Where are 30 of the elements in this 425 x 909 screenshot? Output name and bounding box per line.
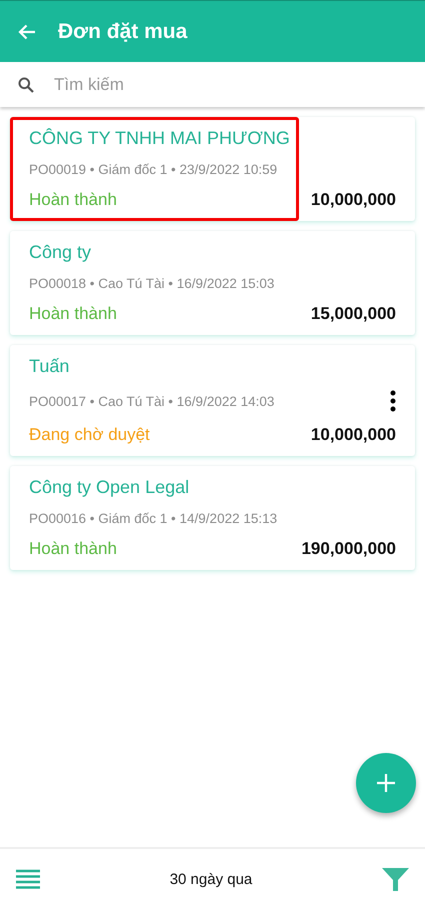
more-icon[interactable] [390, 390, 396, 412]
menu-icon[interactable] [16, 869, 40, 889]
order-details: PO00016 • Giám đốc 1 • 14/9/2022 15:13 [29, 511, 278, 526]
order-details: PO00017 • Cao Tú Tài • 16/9/2022 14:03 [29, 394, 274, 408]
search-field[interactable]: Tìm kiếm [54, 70, 407, 98]
supplier-name: CÔNG TY TNHH MAI PHƯƠNG [29, 128, 291, 149]
period-label[interactable]: 30 ngày qua [170, 870, 252, 888]
supplier-name: Công ty [29, 242, 92, 263]
supplier-name: Công ty Open Legal [29, 477, 190, 498]
order-card[interactable]: Tuấn PO00017 • Cao Tú Tài • 16/9/2022 14:03 Đang chờ duyệt 10,000,000 [10, 345, 415, 456]
order-amount: 10,000,000 [310, 190, 396, 210]
order-amount: 190,000,000 [301, 539, 396, 559]
order-status: Hoàn thành [29, 304, 117, 324]
screen-title: Đơn đặt mua [58, 20, 188, 44]
plus-icon [376, 773, 396, 793]
search-icon [18, 76, 34, 92]
supplier-name: Tuấn [29, 356, 70, 377]
order-card[interactable]: CÔNG TY TNHH MAI PHƯƠNG PO00019 • Giám đốc 1 • 23/9/2022 10:59 Hoàn thành 10,000,000 [10, 117, 415, 221]
order-amount: 15,000,000 [310, 304, 396, 324]
filter-icon[interactable] [382, 868, 409, 890]
order-details: PO00019 • Giám đốc 1 • 23/9/2022 10:59 [29, 162, 278, 177]
back-icon[interactable] [18, 24, 36, 40]
order-status: Hoàn thành [29, 190, 117, 210]
order-details: PO00018 • Cao Tú Tài • 16/9/2022 15:03 [29, 276, 274, 291]
order-status: Đang chờ duyệt [29, 425, 150, 445]
order-card[interactable]: Công ty Open Legal PO00016 • Giám đốc 1 • 14/9/2022 15:13 Hoàn thành 190,000,000 [10, 466, 415, 570]
order-card[interactable]: Công ty PO00018 • Cao Tú Tài • 16/9/2022 15:03 Hoàn thành 15,000,000 [10, 231, 415, 335]
order-amount: 10,000,000 [310, 425, 396, 445]
order-status: Hoàn thành [29, 539, 117, 559]
add-button[interactable] [356, 753, 416, 813]
